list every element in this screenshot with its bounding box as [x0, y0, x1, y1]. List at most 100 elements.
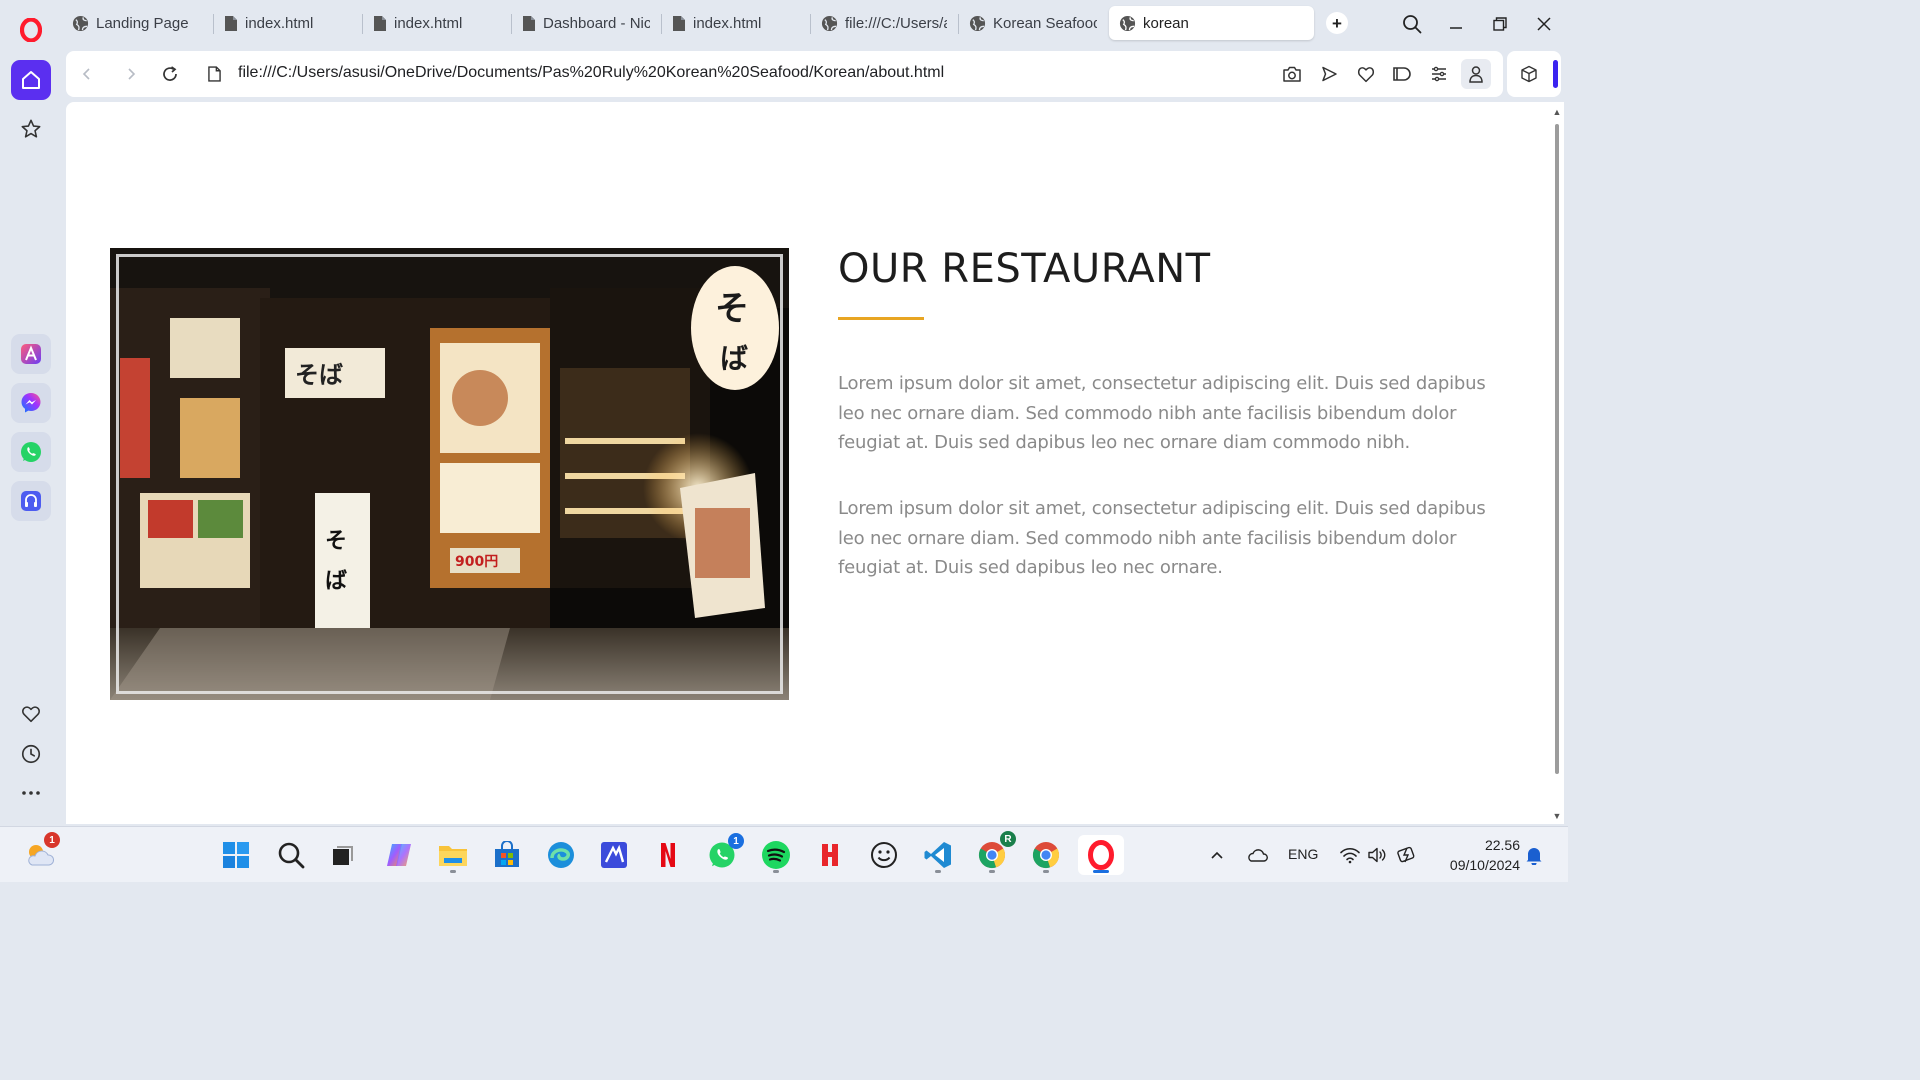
- tab-title: index.html: [245, 14, 314, 32]
- music-player-icon[interactable]: [11, 481, 51, 521]
- tab-title: file:///C:/Users/asusi: [845, 14, 947, 32]
- tab-title: index.html: [693, 14, 762, 32]
- more-options-icon[interactable]: [11, 773, 51, 813]
- microsoft-store-icon[interactable]: [487, 835, 527, 875]
- reload-icon[interactable]: [158, 62, 182, 86]
- new-tab-button[interactable]: +: [1326, 12, 1348, 34]
- home-icon[interactable]: [11, 60, 51, 100]
- opera-taskbar-icon[interactable]: [1078, 835, 1124, 875]
- netflix-icon[interactable]: [648, 835, 688, 875]
- system-clock[interactable]: 22.56 09/10/2024: [1432, 835, 1520, 875]
- extensions-cube-icon[interactable]: [1517, 62, 1541, 86]
- tab-title: Landing Page: [96, 14, 189, 32]
- notification-bell-icon[interactable]: [1522, 843, 1546, 867]
- weather-widget-icon[interactable]: 1: [20, 832, 60, 875]
- scrollbar-thumb[interactable]: [1555, 124, 1559, 774]
- snapshot-camera-icon[interactable]: [1280, 62, 1304, 86]
- show-hidden-icons-chevron-icon[interactable]: [1205, 843, 1229, 867]
- tab-title: korean: [1143, 14, 1189, 32]
- windows-taskbar: 1 1 R ENG 22.56 09/10/2024: [0, 826, 1568, 882]
- easy-setup-icon[interactable]: [1427, 62, 1451, 86]
- running-indicator: [989, 870, 995, 873]
- chrome-icon[interactable]: [1026, 835, 1066, 875]
- profile-icon[interactable]: [1461, 59, 1491, 89]
- file-icon: [224, 15, 238, 32]
- onedrive-cloud-icon[interactable]: [1245, 843, 1269, 867]
- opera-sidebar: [0, 0, 62, 826]
- history-clock-icon[interactable]: [11, 734, 51, 774]
- tab-file-users[interactable]: file:///C:/Users/asusi: [811, 6, 957, 40]
- active-indicator: [1093, 870, 1109, 873]
- wifi-icon[interactable]: [1338, 843, 1362, 867]
- globe-icon: [821, 15, 838, 32]
- aria-ai-icon[interactable]: [11, 334, 51, 374]
- address-bar: file:///C:/Users/asusi/OneDrive/Document…: [66, 51, 1503, 97]
- globe-icon: [72, 15, 89, 32]
- spotify-icon[interactable]: [756, 835, 796, 875]
- whatsapp-taskbar-icon[interactable]: 1: [702, 833, 744, 875]
- page-viewport[interactable]: そば 900円 そ ば そ ば OUR RESTAURANT Lorem ips…: [66, 102, 1564, 824]
- running-indicator: [1043, 870, 1049, 873]
- search-icon[interactable]: [271, 835, 311, 875]
- clock-time: 22.56: [1484, 837, 1520, 853]
- running-indicator: [773, 870, 779, 873]
- chrome-profile-badge: R: [1000, 831, 1016, 847]
- messenger-icon[interactable]: [11, 383, 51, 423]
- vertical-scrollbar[interactable]: ▲ ▼: [1552, 102, 1562, 824]
- send-flow-icon[interactable]: [1317, 62, 1341, 86]
- page-file-icon[interactable]: [202, 62, 226, 86]
- scroll-up-icon[interactable]: ▲: [1552, 106, 1562, 118]
- tab-korean-active[interactable]: korean: [1109, 6, 1314, 40]
- volume-icon[interactable]: [1366, 843, 1390, 867]
- about-paragraph: Lorem ipsum dolor sit amet, consectetur …: [838, 498, 1486, 578]
- battery-charging-icon[interactable]: [1396, 843, 1420, 867]
- vs-app-icon[interactable]: [594, 835, 634, 875]
- globe-icon: [1119, 15, 1136, 32]
- whatsapp-icon[interactable]: [11, 432, 51, 472]
- task-view-icon[interactable]: [323, 835, 363, 875]
- edge-icon[interactable]: [541, 835, 581, 875]
- favorites-heart-icon[interactable]: [11, 694, 51, 734]
- tab-search-icon[interactable]: [1398, 10, 1426, 38]
- tab-index-html[interactable]: index.html: [662, 6, 810, 40]
- back-arrow-icon[interactable]: [75, 62, 99, 86]
- copilot-icon[interactable]: [379, 835, 419, 875]
- tab-index-html[interactable]: index.html: [363, 6, 511, 40]
- tab-strip: Landing Page index.html index.html Dashb…: [62, 0, 1568, 48]
- tab-landing-page[interactable]: Landing Page: [62, 6, 212, 40]
- scroll-down-icon[interactable]: ▼: [1552, 810, 1562, 822]
- globe-icon: [969, 15, 986, 32]
- tab-dashboard[interactable]: Dashboard - Nice: [512, 6, 660, 40]
- about-paragraph: Lorem ipsum dolor sit amet, consectetur …: [838, 373, 1486, 453]
- url-input[interactable]: file:///C:/Users/asusi/OneDrive/Document…: [238, 64, 944, 82]
- restaurant-photo: そば 900円 そ ば そ ば: [110, 248, 789, 700]
- tab-index-html[interactable]: index.html: [214, 6, 362, 40]
- emoji-app-icon[interactable]: [864, 835, 904, 875]
- vscode-icon[interactable]: [918, 835, 958, 875]
- tab-korean-seafood[interactable]: Korean Seafood: [959, 6, 1107, 40]
- ad-block-icon[interactable]: [1390, 62, 1414, 86]
- file-icon: [522, 15, 536, 32]
- weather-badge: 1: [44, 832, 60, 848]
- running-indicator: [935, 870, 941, 873]
- minimize-icon[interactable]: [1442, 10, 1470, 38]
- title-underline: [838, 317, 924, 320]
- heart-icon[interactable]: [1354, 62, 1378, 86]
- input-language-indicator[interactable]: ENG: [1288, 846, 1318, 862]
- speed-dial-star-icon[interactable]: [11, 109, 51, 149]
- opera-logo-icon[interactable]: [11, 10, 51, 50]
- tab-title: Dashboard - Nice: [543, 14, 650, 32]
- file-icon: [373, 15, 387, 32]
- section-title: OUR RESTAURANT: [838, 246, 1211, 292]
- tab-title: index.html: [394, 14, 463, 32]
- file-icon: [672, 15, 686, 32]
- restore-icon[interactable]: [1486, 10, 1514, 38]
- h-app-icon[interactable]: [810, 835, 850, 875]
- chrome-profile-icon[interactable]: R: [972, 831, 1016, 875]
- forward-arrow-icon[interactable]: [119, 62, 143, 86]
- file-explorer-icon[interactable]: [433, 835, 473, 875]
- windows-start-icon[interactable]: [216, 835, 256, 875]
- whatsapp-badge: 1: [728, 833, 744, 849]
- close-window-icon[interactable]: [1530, 10, 1558, 38]
- sidebar-accent-indicator: [1553, 60, 1558, 88]
